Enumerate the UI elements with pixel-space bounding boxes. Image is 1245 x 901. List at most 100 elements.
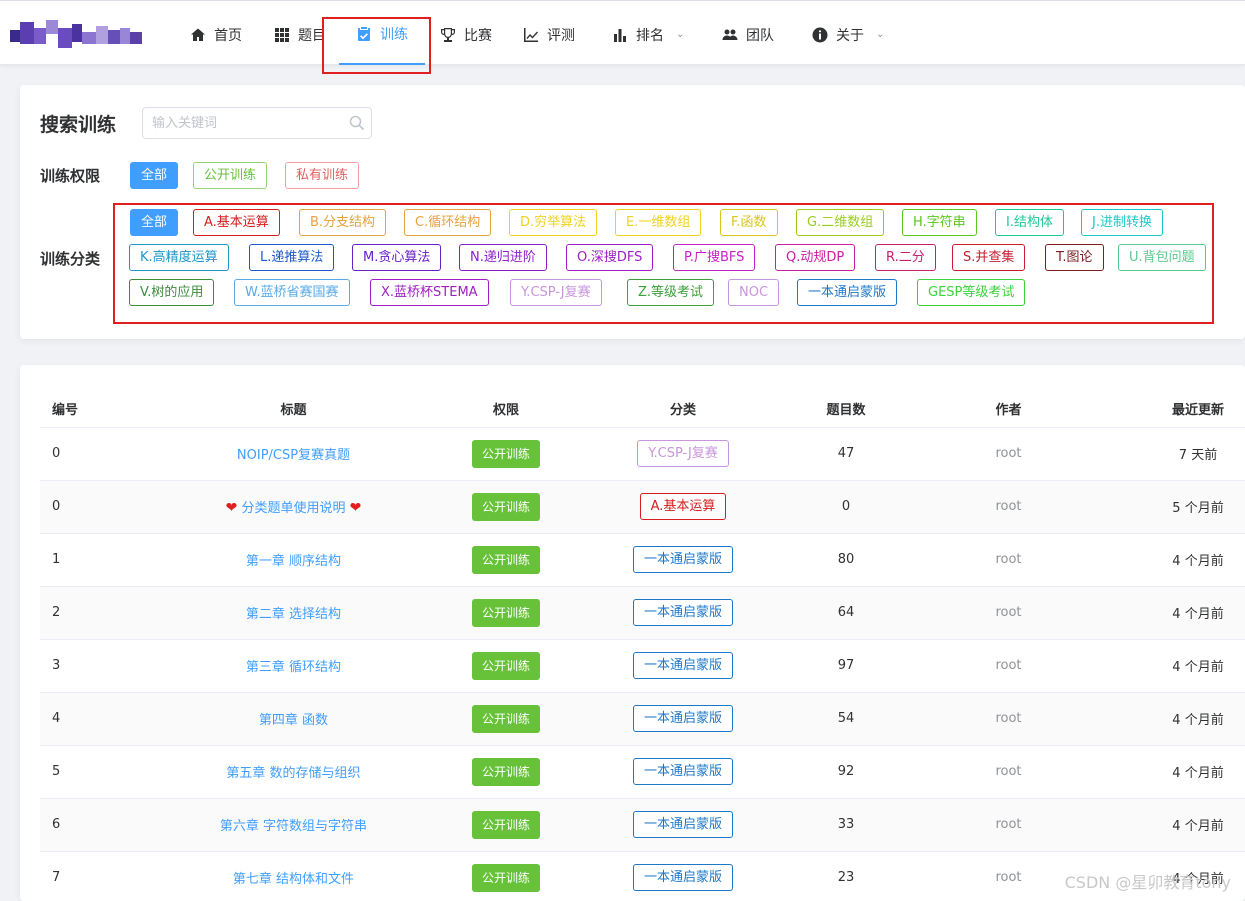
category-badge[interactable]: Y.CSP-J复赛 (637, 440, 729, 467)
category-tag[interactable]: 一本通启蒙版 (797, 279, 898, 306)
perm-badge: 公开训练 (472, 492, 540, 521)
cell-author[interactable]: root (866, 533, 1151, 587)
category-tag[interactable]: C.循环结构 (404, 209, 492, 236)
category-tag[interactable]: Y.CSP-J复赛 (510, 279, 602, 306)
training-title-link[interactable]: 第六章 字符数组与字符串 (220, 819, 367, 834)
category-tag[interactable]: Q.动规DP (775, 244, 856, 271)
cell-id: 0 (40, 480, 115, 534)
nav-about[interactable]: 关于 ⌄ (812, 4, 884, 65)
category-tag[interactable]: 全部 (130, 209, 179, 236)
category-tag[interactable]: X.蓝桥杯STEMA (370, 279, 489, 306)
cell-updated: 7 天前 (1151, 427, 1245, 481)
training-title-link[interactable]: 第七章 结构体和文件 (233, 872, 354, 887)
cell-author[interactable]: root (866, 639, 1151, 693)
category-tag[interactable]: NOC (728, 279, 780, 306)
cell-count: 80 (826, 533, 866, 587)
category-badge[interactable]: 一本通启蒙版 (632, 811, 733, 838)
category-tag[interactable]: GESP等级考试 (917, 279, 1026, 306)
nav-contest[interactable]: 比赛 (440, 4, 492, 65)
category-tag[interactable]: T.图论 (1045, 244, 1104, 271)
category-tag[interactable]: B.分支结构 (299, 209, 387, 236)
training-title-link[interactable]: 分类题单使用说明 (241, 501, 345, 516)
cell-category: Y.CSP-J复赛 (540, 427, 826, 481)
category-badge[interactable]: 一本通启蒙版 (632, 758, 733, 785)
search-field[interactable] (142, 107, 372, 139)
category-tag[interactable]: J.进制转换 (1081, 209, 1163, 236)
auth-private[interactable]: 私有训练 (285, 162, 360, 189)
table-row[interactable]: 6 第六章 字符数组与字符串 公开训练 一本通启蒙版 33 root 4 个月前 (40, 798, 1245, 852)
auth-public[interactable]: 公开训练 (193, 162, 268, 189)
category-tag[interactable]: V.树的应用 (129, 279, 215, 306)
category-tag[interactable]: K.高精度运算 (129, 244, 229, 271)
table-row[interactable]: 1 第一章 顺序结构 公开训练 一本通启蒙版 80 root 4 个月前 (40, 533, 1245, 587)
training-title-link[interactable]: NOIP/CSP复赛真题 (237, 448, 350, 463)
perm-badge: 公开训练 (472, 598, 540, 627)
category-tag[interactable]: M.贪心算法 (352, 244, 442, 271)
auth-all[interactable]: 全部 (130, 162, 179, 189)
logo[interactable] (10, 18, 142, 50)
table-row[interactable]: 4 第四章 函数 公开训练 一本通启蒙版 54 root 4 个月前 (40, 692, 1245, 746)
training-title-link[interactable]: 第五章 数的存储与组织 (226, 766, 360, 781)
perm-badge: 公开训练 (472, 439, 540, 468)
filter-card: 搜索训练 训练权限 全部 公开训练 私有训练 训练分类 全部 A.基本运算 B.分支… (20, 85, 1245, 339)
table-row[interactable]: 0 NOIP/CSP复赛真题 公开训练 Y.CSP-J复赛 47 root 7 天前 (40, 427, 1245, 481)
table-row[interactable]: 3 第三章 循环结构 公开训练 一本通启蒙版 97 root 4 个月前 (40, 639, 1245, 693)
category-tag[interactable]: W.蓝桥省赛国赛 (234, 279, 350, 306)
perm-badge: 公开训练 (472, 863, 540, 892)
category-tag[interactable]: F.函数 (720, 209, 778, 236)
category-tag[interactable]: N.递归进阶 (459, 244, 547, 271)
training-title-link[interactable]: 第一章 顺序结构 (246, 554, 341, 569)
cell-author[interactable]: root (866, 745, 1151, 799)
cell-category: 一本通启蒙版 (540, 533, 826, 587)
training-title-link[interactable]: 第四章 函数 (259, 713, 328, 728)
table-row[interactable]: 0 ❤ 分类题单使用说明 ❤ 公开训练 A.基本运算 0 root 5 个月前 (40, 480, 1245, 534)
search-icon[interactable] (349, 115, 365, 131)
category-tag[interactable]: P.广搜BFS (673, 244, 756, 271)
table-row[interactable]: 5 第五章 数的存储与组织 公开训练 一本通启蒙版 92 root 4 个月前 (40, 745, 1245, 799)
trophy-icon (441, 27, 455, 42)
category-tag[interactable]: D.穷举算法 (509, 209, 598, 236)
cell-perm: 公开训练 (472, 586, 540, 640)
category-badge[interactable]: 一本通启蒙版 (632, 864, 733, 891)
category-badge[interactable]: 一本通启蒙版 (632, 546, 733, 573)
cell-author[interactable]: root (866, 427, 1151, 481)
category-tag[interactable]: G.二维数组 (796, 209, 885, 236)
category-tag[interactable]: R.二分 (875, 244, 936, 271)
category-badge[interactable]: 一本通启蒙版 (632, 705, 733, 732)
cell-count: 33 (826, 798, 866, 852)
heart-icon: ❤ (225, 500, 238, 516)
category-badge[interactable]: 一本通启蒙版 (632, 652, 733, 679)
category-tag[interactable]: A.基本运算 (193, 209, 280, 236)
category-tag[interactable]: I.结构体 (995, 209, 1064, 236)
table-row[interactable]: 2 第二章 选择结构 公开训练 一本通启蒙版 64 root 4 个月前 (40, 586, 1245, 640)
cell-count: 64 (826, 586, 866, 640)
cell-author[interactable]: root (866, 480, 1151, 534)
category-tag[interactable]: U.背包问题 (1118, 244, 1206, 271)
cell-author[interactable]: root (866, 798, 1151, 852)
nav-rank[interactable]: 排名 ⌄ (612, 4, 684, 65)
training-title-link[interactable]: 第三章 循环结构 (246, 660, 341, 675)
category-badge[interactable]: A.基本运算 (639, 493, 727, 520)
category-tag[interactable]: L.递推算法 (249, 244, 335, 271)
category-tag[interactable]: H.字符串 (902, 209, 977, 236)
nav-problems[interactable]: 题目 (274, 4, 326, 65)
training-title-link[interactable]: 第二章 选择结构 (246, 607, 341, 622)
cell-author[interactable]: root (866, 692, 1151, 746)
nav-home[interactable]: 首页 (190, 4, 242, 65)
category-tag[interactable]: O.深搜DFS (566, 244, 654, 271)
cell-perm: 公开训练 (472, 639, 540, 693)
cell-id: 2 (40, 586, 115, 640)
nav-team[interactable]: 团队 (722, 4, 774, 65)
search-input[interactable] (152, 108, 342, 138)
category-badge[interactable]: 一本通启蒙版 (632, 599, 733, 626)
cell-id: 6 (40, 798, 115, 852)
category-tag[interactable]: S.并查集 (952, 244, 1026, 271)
cell-perm: 公开训练 (472, 798, 540, 852)
category-tag[interactable]: E.一维数组 (615, 209, 702, 236)
category-tag[interactable]: Z.等级考试 (627, 279, 715, 306)
cell-id: 4 (40, 692, 115, 746)
nav-judge[interactable]: 评测 (523, 4, 575, 65)
cell-author[interactable]: root (866, 586, 1151, 640)
bar-chart-icon (614, 28, 626, 42)
nav-training[interactable]: 训练 (339, 4, 425, 65)
